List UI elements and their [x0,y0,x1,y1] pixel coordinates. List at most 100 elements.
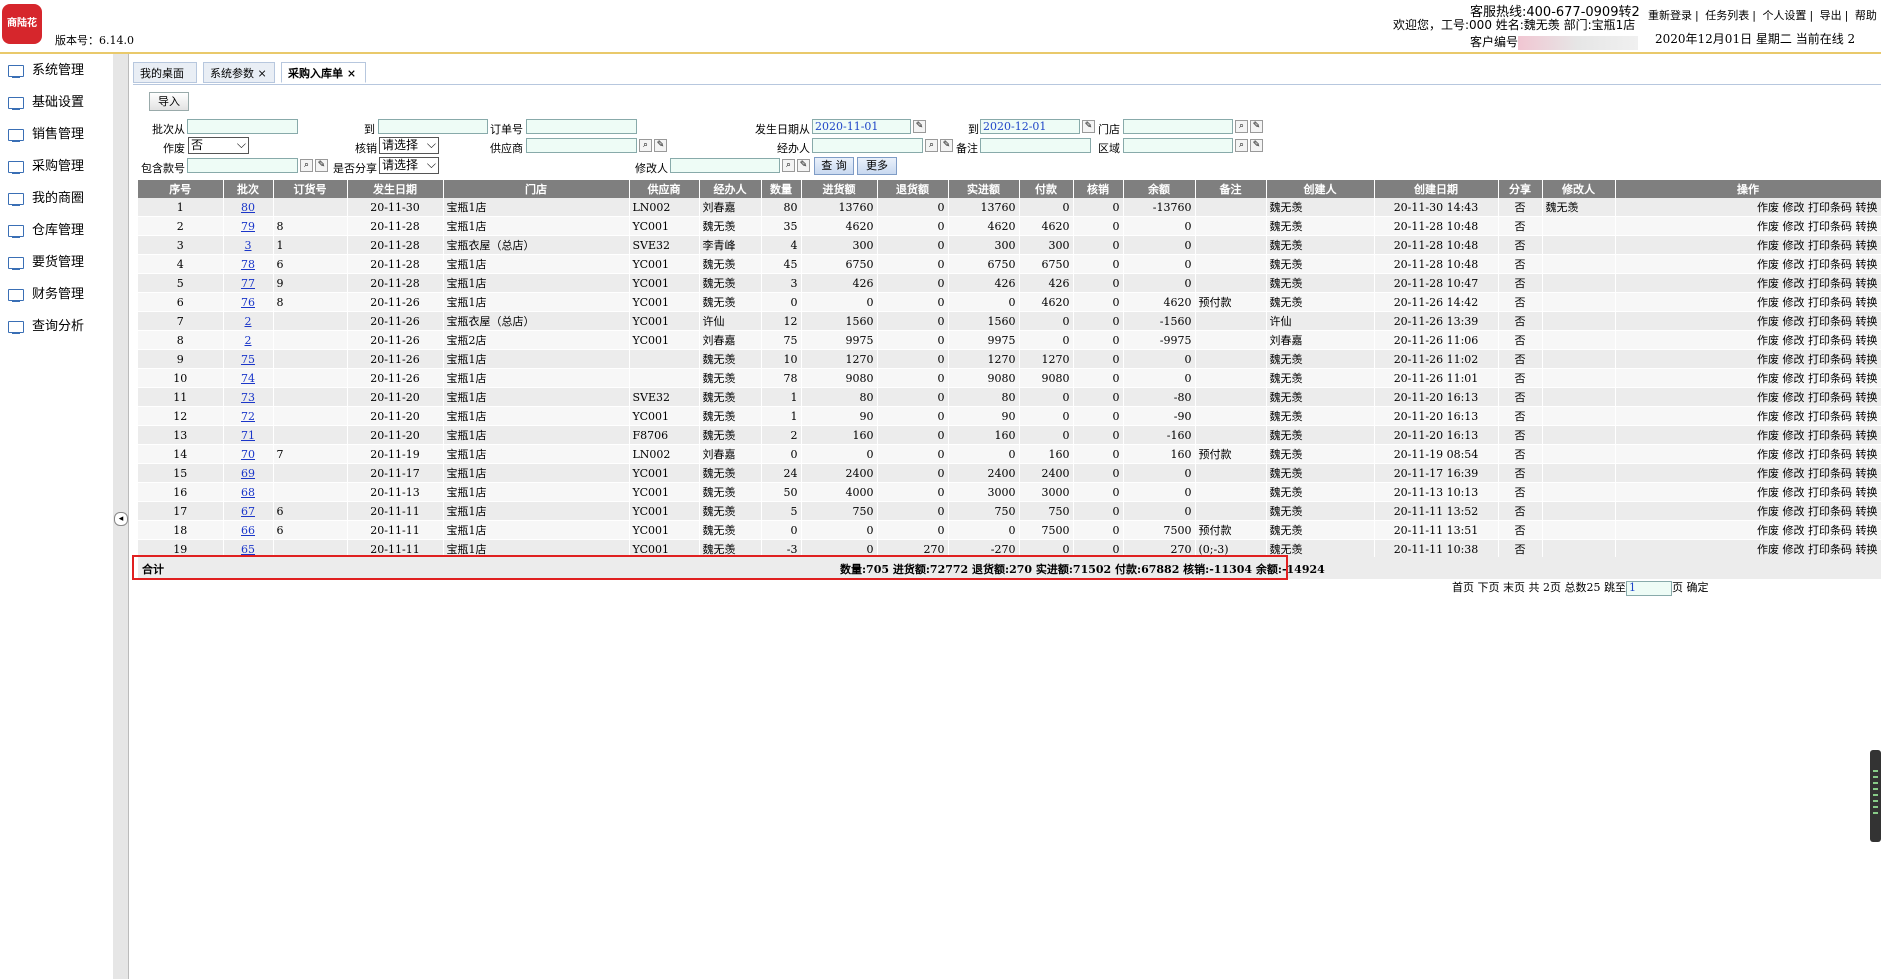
row-actions[interactable]: 作废 修改 打印条码 转换 [1615,482,1881,502]
row-actions[interactable]: 作废 修改 打印条码 转换 [1615,198,1881,217]
remark-input[interactable] [980,138,1091,153]
column-header[interactable]: 实进额 [948,180,1020,198]
column-header[interactable]: 进货额 [801,180,878,198]
sidebar-item-system[interactable]: 系统管理 [8,59,84,79]
column-header[interactable]: 修改人 [1542,180,1616,198]
column-header[interactable]: 创建日期 [1374,180,1499,198]
logout-link[interactable]: 导出 [1820,9,1842,22]
row-actions[interactable]: 作废 修改 打印条码 转换 [1615,311,1881,331]
search-icon[interactable]: ⌕ [782,159,795,172]
batch-link[interactable]: 75 [241,353,255,366]
row-actions[interactable]: 作废 修改 打印条码 转换 [1615,216,1881,236]
close-icon[interactable]: × [258,67,267,80]
batch-link[interactable]: 72 [241,410,255,423]
search-icon[interactable]: ⌕ [639,139,652,152]
sidebar-item-basic[interactable]: 基础设置 [8,91,84,111]
row-actions[interactable]: 作废 修改 打印条码 转换 [1615,349,1881,369]
batch-to-input[interactable] [378,119,488,134]
query-button[interactable]: 查 询 [814,157,854,175]
clear-icon[interactable]: ✎ [1250,120,1263,133]
batch-link[interactable]: 70 [241,448,255,461]
date-from-input[interactable]: 2020-11-01 [812,119,911,134]
pack-no-input[interactable] [187,158,298,173]
row-actions[interactable]: 作废 修改 打印条码 转换 [1615,501,1881,521]
date-to-input[interactable]: 2020-12-01 [980,119,1080,134]
column-header[interactable]: 核销 [1073,180,1124,198]
batch-from-input[interactable] [187,119,298,134]
column-header[interactable]: 退货额 [877,180,949,198]
search-icon[interactable]: ⌕ [300,159,313,172]
batch-link[interactable]: 77 [241,277,255,290]
clear-icon[interactable]: ✎ [797,159,810,172]
handler-input[interactable] [812,138,923,153]
sidebar-item-purchase[interactable]: 采购管理 [8,155,84,175]
batch-link[interactable]: 67 [241,505,255,518]
row-actions[interactable]: 作废 修改 打印条码 转换 [1615,539,1881,559]
batch-link[interactable]: 66 [241,524,255,537]
void-select[interactable]: 否 [188,137,249,154]
date-picker-icon[interactable]: ✎ [913,120,926,133]
help-link[interactable]: 帮助 [1855,9,1877,22]
batch-link[interactable]: 2 [245,334,252,347]
column-header[interactable]: 操作 [1615,180,1881,198]
row-actions[interactable]: 作废 修改 打印条码 转换 [1615,292,1881,312]
column-header[interactable]: 供应商 [629,180,700,198]
pager-text[interactable]: 首页 下页 末页 共 2页 总数25 跳至 [1452,581,1626,594]
row-actions[interactable]: 作废 修改 打印条码 转换 [1615,406,1881,426]
clear-icon[interactable]: ✎ [940,139,953,152]
column-header[interactable]: 余额 [1123,180,1196,198]
row-actions[interactable]: 作废 修改 打印条码 转换 [1615,520,1881,540]
row-actions[interactable]: 作废 修改 打印条码 转换 [1615,254,1881,274]
row-actions[interactable]: 作废 修改 打印条码 转换 [1615,330,1881,350]
batch-link[interactable]: 73 [241,391,255,404]
batch-link[interactable]: 79 [241,220,255,233]
batch-link[interactable]: 78 [241,258,255,271]
batch-link[interactable]: 69 [241,467,255,480]
row-actions[interactable]: 作废 修改 打印条码 转换 [1615,387,1881,407]
verify-select[interactable]: 请选择 [379,137,439,154]
clear-icon[interactable]: ✎ [315,159,328,172]
pager-confirm[interactable]: 页 确定 [1672,581,1709,594]
batch-link[interactable]: 2 [245,315,252,328]
date-picker-icon[interactable]: ✎ [1082,120,1095,133]
relogin-link[interactable]: 重新登录 [1648,9,1692,22]
more-button[interactable]: 更多 [857,157,897,175]
modifier-input[interactable] [670,158,780,173]
shared-select[interactable]: 请选择 [379,157,439,174]
batch-link[interactable]: 74 [241,372,255,385]
sidebar-item-query[interactable]: 查询分析 [8,315,84,335]
row-actions[interactable]: 作废 修改 打印条码 转换 [1615,425,1881,445]
clear-icon[interactable]: ✎ [654,139,667,152]
personal-settings-link[interactable]: 个人设置 [1762,9,1806,22]
close-icon[interactable]: × [347,67,356,80]
column-header[interactable]: 门店 [443,180,630,198]
sidebar-item-finance[interactable]: 财务管理 [8,283,84,303]
store-input[interactable] [1123,119,1233,134]
row-actions[interactable]: 作废 修改 打印条码 转换 [1615,444,1881,464]
batch-link[interactable]: 71 [241,429,255,442]
batch-link[interactable]: 68 [241,486,255,499]
task-list-link[interactable]: 任务列表 [1705,9,1749,22]
page-jump-input[interactable]: 1 [1625,580,1672,596]
batch-link[interactable]: 80 [241,201,255,214]
batch-link[interactable]: 76 [241,296,255,309]
row-actions[interactable]: 作废 修改 打印条码 转换 [1615,463,1881,483]
row-actions[interactable]: 作废 修改 打印条码 转换 [1615,235,1881,255]
search-icon[interactable]: ⌕ [925,139,938,152]
column-header[interactable]: 数量 [761,180,802,198]
tab-desktop[interactable]: 我的桌面 [133,62,197,83]
tab-system-params[interactable]: 系统参数 × [203,62,275,83]
search-icon[interactable]: ⌕ [1235,139,1248,152]
sidebar-item-sales[interactable]: 销售管理 [8,123,84,143]
batch-link[interactable]: 3 [245,239,252,252]
import-button[interactable]: 导入 [149,92,189,111]
sidebar-item-warehouse[interactable]: 仓库管理 [8,219,84,239]
supplier-input[interactable] [526,138,637,153]
column-header[interactable]: 经办人 [699,180,762,198]
sidebar-item-circle[interactable]: 我的商圈 [8,187,84,207]
row-actions[interactable]: 作废 修改 打印条码 转换 [1615,368,1881,388]
column-header[interactable]: 创建人 [1266,180,1375,198]
tab-purchase-receipt[interactable]: 采购入库单 × [281,62,366,83]
order-no-input[interactable] [526,119,637,134]
row-actions[interactable]: 作废 修改 打印条码 转换 [1615,273,1881,293]
